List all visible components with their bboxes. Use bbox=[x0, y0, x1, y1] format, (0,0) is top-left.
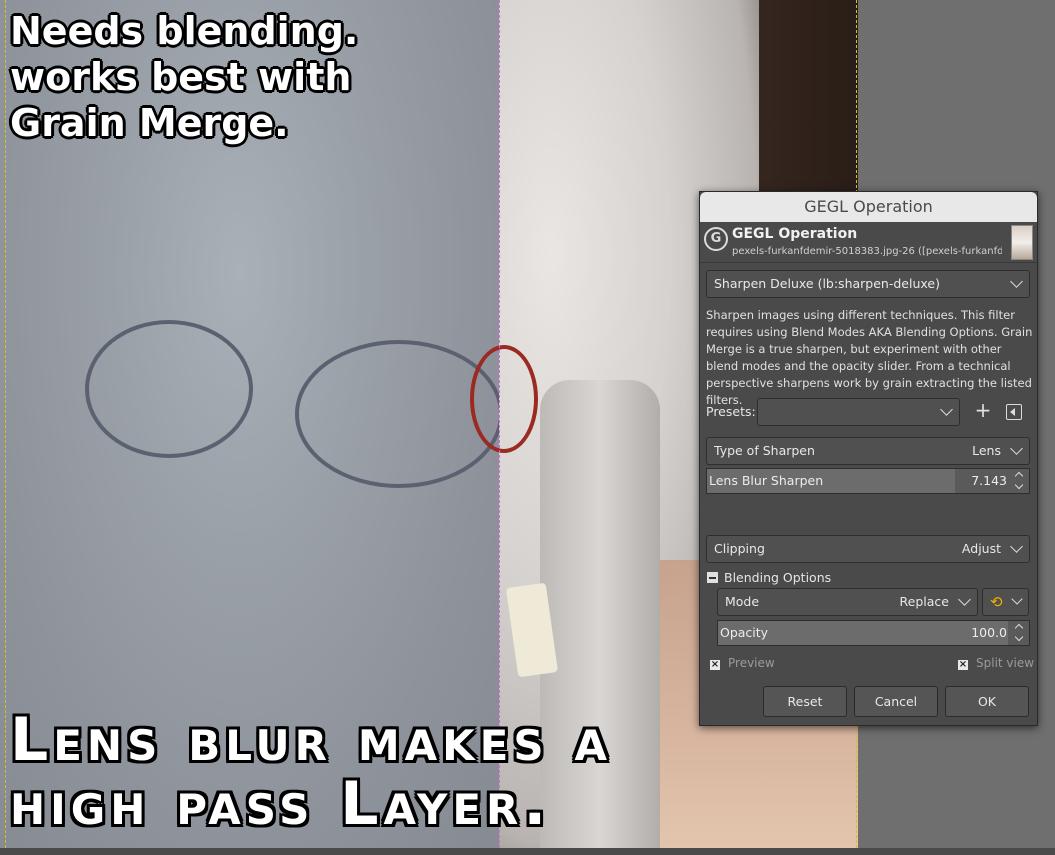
lens-blur-sharpen-value: 7.143 bbox=[971, 473, 1007, 488]
plus-icon: + bbox=[974, 398, 992, 422]
spin-arrows[interactable] bbox=[1014, 623, 1026, 643]
overlay-caption-bottom: Lens blur makes a high pass Layer. bbox=[10, 705, 613, 839]
cancel-button[interactable]: Cancel bbox=[854, 686, 938, 717]
dialog-header: G GEGL Operation pexels-furkanfdemir-501… bbox=[700, 222, 1037, 263]
glasses-red-frame bbox=[470, 345, 538, 453]
reset-icon: ⟲ bbox=[990, 593, 1003, 611]
checkbox-icon: × bbox=[710, 659, 720, 670]
blending-options-expander[interactable]: Blending Options bbox=[707, 570, 831, 585]
chevron-down-icon bbox=[1010, 275, 1023, 288]
status-strip bbox=[0, 848, 1055, 855]
spin-up-icon[interactable] bbox=[1014, 623, 1024, 633]
mode-select[interactable]: Mode Replace bbox=[717, 588, 978, 616]
canvas-border-left bbox=[5, 0, 6, 848]
opacity-label: Opacity bbox=[720, 625, 769, 640]
gegl-logo-icon: G bbox=[704, 227, 728, 251]
add-preset-button[interactable]: + bbox=[974, 400, 992, 420]
glasses-lens-left bbox=[85, 320, 253, 458]
split-view-checkbox[interactable]: × Split view bbox=[958, 656, 1034, 670]
dialog-titlebar[interactable]: GEGL Operation bbox=[700, 192, 1037, 222]
lens-blur-sharpen-label: Lens Blur Sharpen bbox=[709, 473, 824, 488]
operation-description: Sharpen images using different technique… bbox=[706, 308, 1033, 407]
mode-value: Replace bbox=[899, 594, 949, 609]
chevron-down-icon bbox=[1010, 540, 1023, 553]
lens-blur-sharpen-slider[interactable]: Lens Blur Sharpen 7.143 bbox=[706, 468, 1030, 494]
spin-down-icon[interactable] bbox=[1014, 632, 1024, 642]
opacity-value: 100.0 bbox=[971, 625, 1007, 640]
checkbox-icon: × bbox=[958, 659, 968, 670]
presets-select[interactable] bbox=[757, 398, 960, 426]
image-thumbnail bbox=[1011, 225, 1033, 260]
type-of-sharpen-label: Type of Sharpen bbox=[714, 443, 815, 458]
header-subtitle: pexels-furkanfdemir-5018383.jpg-26 ([pex… bbox=[732, 246, 1002, 257]
preset-menu-icon[interactable] bbox=[1006, 404, 1022, 420]
chevron-down-icon bbox=[1010, 442, 1023, 455]
spin-arrows[interactable] bbox=[1014, 471, 1026, 491]
split-view-label: Split view bbox=[976, 656, 1035, 670]
mode-reset-button[interactable]: ⟲ bbox=[982, 588, 1029, 616]
header-title: GEGL Operation bbox=[732, 226, 858, 242]
type-of-sharpen-value: Lens bbox=[972, 443, 1001, 458]
gegl-operation-dialog: GEGL Operation G GEGL Operation pexels-f… bbox=[699, 191, 1038, 726]
clipping-label: Clipping bbox=[714, 541, 765, 556]
preview-checkbox[interactable]: × Preview bbox=[710, 656, 775, 670]
operation-select-value: Sharpen Deluxe (lb:sharpen-deluxe) bbox=[714, 276, 940, 291]
chevron-down-icon bbox=[958, 593, 971, 606]
spin-up-icon[interactable] bbox=[1014, 471, 1024, 481]
operation-select[interactable]: Sharpen Deluxe (lb:sharpen-deluxe) bbox=[706, 270, 1030, 298]
mode-label: Mode bbox=[725, 594, 760, 609]
clipping-select[interactable]: Clipping Adjust bbox=[706, 535, 1030, 563]
spin-down-icon[interactable] bbox=[1014, 480, 1024, 490]
clipping-value: Adjust bbox=[961, 541, 1001, 556]
opacity-slider[interactable]: Opacity 100.0 bbox=[717, 620, 1030, 646]
presets-label: Presets: bbox=[706, 404, 756, 419]
type-of-sharpen-select[interactable]: Type of Sharpen Lens bbox=[706, 437, 1030, 465]
chevron-down-icon bbox=[1011, 593, 1023, 605]
preview-label: Preview bbox=[728, 656, 775, 670]
blending-options-label: Blending Options bbox=[724, 570, 832, 585]
overlay-caption-top: Needs blending. works best with Grain Me… bbox=[10, 9, 359, 145]
collapse-icon bbox=[707, 572, 718, 583]
chevron-down-icon bbox=[940, 403, 953, 416]
ok-button[interactable]: OK bbox=[945, 686, 1029, 717]
reset-button[interactable]: Reset bbox=[763, 686, 847, 717]
